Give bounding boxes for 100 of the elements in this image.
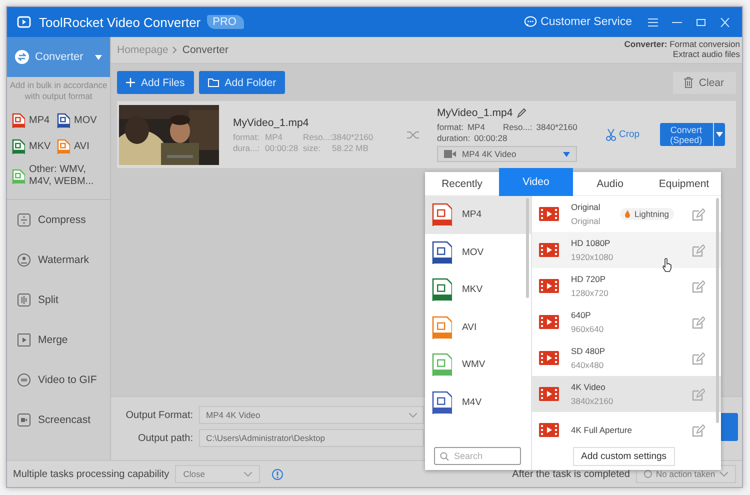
setting-label: After the task is completed [512, 468, 630, 480]
breadcrumb-item: Converter [182, 44, 228, 56]
film-icon [539, 422, 559, 438]
convert-button[interactable]: Convert (Speed) [660, 123, 713, 146]
preset-item[interactable]: Original Original Lightning [532, 196, 721, 232]
field-value: MP4 [265, 132, 284, 142]
format-list-item[interactable]: MP4 [425, 196, 531, 234]
film-icon [539, 278, 559, 294]
edit-preset-button[interactable] [692, 424, 705, 436]
field-label: Output Format: [124, 410, 193, 420]
field-value: MP4 [467, 122, 485, 132]
preset-dropdown[interactable]: MP4 4K Video [437, 146, 577, 162]
format-tab[interactable]: Audio [573, 172, 647, 195]
add-files-button[interactable]: Add Files [117, 71, 194, 94]
setting-label: Multiple tasks processing capability [13, 468, 170, 480]
hint-text: Add in bulk in accordance with output format [8, 79, 108, 103]
logo-icon [17, 16, 31, 28]
preset-resolution: 3840x2160 [571, 396, 614, 406]
chevron-icon [172, 46, 178, 54]
rename-button[interactable] [516, 108, 526, 118]
preset-resolution: Original [571, 216, 602, 226]
edit-preset-button[interactable] [692, 280, 705, 292]
format-tab[interactable]: Video [499, 168, 573, 196]
tool-menu-item[interactable]: Split [7, 280, 110, 320]
format-shortcut[interactable]: MKV [12, 133, 57, 159]
format-list-item[interactable]: AVI [425, 308, 531, 346]
film-icon [539, 314, 559, 330]
chevron-down-icon [409, 412, 417, 418]
tool-menu-item[interactable]: Video to GIF [7, 360, 110, 400]
edit-icon [692, 316, 705, 328]
edit-preset-button[interactable] [692, 244, 705, 256]
edit-preset-button[interactable] [692, 208, 705, 220]
tool-menu-item[interactable]: Merge [7, 320, 110, 360]
pro-badge: PRO [206, 15, 244, 29]
format-tab[interactable]: Equipment [647, 172, 721, 195]
format-list-item[interactable]: WMV [425, 346, 531, 384]
caret-icon [563, 152, 570, 156]
tool-menu-item[interactable]: Screencast [7, 400, 110, 440]
format-shortcut[interactable]: Other: WMV, M4V, WEBM... [12, 159, 106, 193]
preset-resolution: 640x480 [571, 360, 605, 370]
format-shortcut[interactable]: MOV [57, 107, 102, 133]
edit-preset-button[interactable] [692, 352, 705, 364]
film-icon [539, 386, 559, 402]
close-icon [720, 18, 730, 26]
preset-resolution: 1280x720 [571, 288, 610, 298]
chat-icon [524, 16, 537, 28]
edit-icon [692, 280, 705, 292]
lightning-badge: Lightning [620, 208, 674, 220]
preset-title: SD 480P [571, 346, 606, 356]
field-label: duration: [437, 133, 470, 143]
tasks-dropdown[interactable]: Close [175, 465, 260, 483]
pencil-icon [516, 108, 526, 118]
format-tab[interactable]: Recently [425, 172, 499, 195]
screencast-icon [17, 413, 31, 427]
preset-title: HD 1080P [571, 238, 612, 248]
edit-icon [692, 352, 705, 364]
output-path-field[interactable]: C:\Users\Administrator\Desktop [199, 429, 424, 447]
convert-options-button[interactable] [714, 123, 725, 146]
field-label: format: [233, 132, 260, 142]
preset-item[interactable]: HD 720P 1280x720 [532, 268, 721, 304]
tool-menu-item[interactable]: Compress [7, 200, 110, 240]
note-text: Extract audio files [672, 49, 740, 59]
add-custom-settings-button[interactable]: Add custom settings [573, 447, 675, 466]
preset-item[interactable]: 640P 960x640 [532, 304, 721, 340]
field-label: dura...: [233, 142, 260, 152]
chevron-down-icon [720, 472, 728, 476]
output-format-dropdown[interactable]: MP4 4K Video [199, 406, 424, 424]
search-icon [440, 452, 449, 461]
preset-title: HD 720P [571, 274, 606, 284]
preset-title: Original [571, 202, 602, 212]
preset-item[interactable]: SD 480P 640x480 [532, 340, 721, 376]
customer-service-button[interactable]: Customer Service [524, 16, 632, 28]
search-field[interactable]: Search [434, 447, 521, 465]
field-value: 3840*2160 [536, 122, 578, 132]
folder-icon [208, 78, 219, 87]
field-label: Reso...: [502, 122, 532, 132]
tool-menu-item[interactable]: Watermark [7, 240, 110, 280]
preset-item[interactable]: 4K Video 3840x2160 [532, 376, 721, 412]
hand-cursor-icon [662, 258, 672, 272]
field-value: 3840*2160 [332, 132, 374, 142]
format-list-item[interactable]: M4V [425, 384, 531, 421]
film-icon [539, 350, 559, 366]
plus-icon [126, 78, 135, 87]
preset-item[interactable]: 4K Full Aperture [532, 412, 721, 446]
preset-title: 640P [571, 310, 592, 320]
window-title: ToolRocket Video Converter [39, 14, 201, 30]
preset-title: 4K Video [571, 382, 606, 392]
add-folder-button[interactable]: Add Folder [198, 71, 286, 94]
field-value: 00:00:28 [265, 142, 300, 152]
edit-preset-button[interactable] [692, 388, 705, 400]
note-text: Converter: Format conversion [624, 39, 740, 49]
merge-icon [17, 333, 31, 347]
gif-icon [17, 373, 31, 387]
file-name: MyVideo_1.mp4 [437, 107, 513, 119]
format-shortcut[interactable]: MP4 [12, 107, 57, 133]
clear-button[interactable]: Clear [672, 72, 736, 94]
info-button[interactable] [272, 468, 284, 480]
format-shortcut[interactable]: AVI [57, 133, 102, 159]
edit-preset-button[interactable] [692, 316, 705, 328]
field-label: format: [437, 122, 464, 132]
